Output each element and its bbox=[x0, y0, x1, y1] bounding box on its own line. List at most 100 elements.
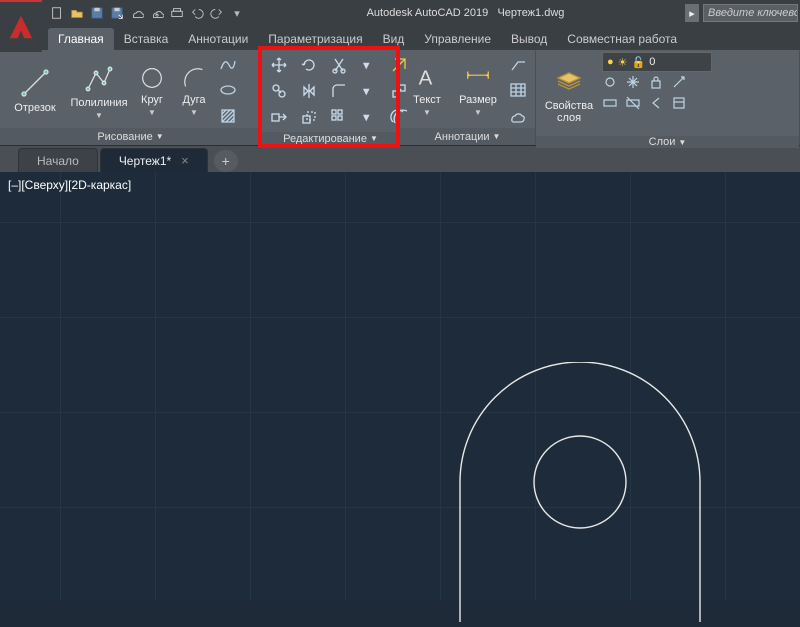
undo-icon[interactable] bbox=[188, 4, 206, 22]
layer-lock-icon[interactable] bbox=[648, 74, 670, 94]
new-icon[interactable] bbox=[48, 4, 66, 22]
layer-uniso-icon[interactable] bbox=[625, 95, 647, 115]
cloud-save-icon[interactable] bbox=[148, 4, 166, 22]
tool-ellipse[interactable] bbox=[216, 78, 240, 102]
tab-annotate[interactable]: Аннотации bbox=[178, 28, 258, 50]
tool-fillet[interactable] bbox=[328, 80, 350, 102]
chevron-down-icon: ▼ bbox=[190, 108, 198, 117]
chevron-down-icon: ▼ bbox=[423, 108, 431, 117]
ribbon: Отрезок Полилиния ▼ Круг ▼ Дуга ▼ bbox=[0, 50, 800, 146]
layer-iso-icon[interactable] bbox=[602, 95, 624, 115]
line-icon bbox=[18, 66, 52, 100]
lock-icon: 🔓 bbox=[632, 56, 646, 69]
tool-copy[interactable] bbox=[268, 80, 290, 102]
saveas-icon[interactable] bbox=[108, 4, 126, 22]
tool-cloud[interactable] bbox=[506, 104, 530, 128]
tool-stretch[interactable] bbox=[268, 106, 290, 128]
tab-manage[interactable]: Управление bbox=[414, 28, 501, 50]
keyword-search-input[interactable]: Введите ключевое сло bbox=[703, 4, 798, 22]
chevron-down-icon: ▼ bbox=[678, 138, 686, 147]
tool-dimension[interactable]: Размер ▼ bbox=[452, 64, 504, 117]
layer-prev-icon[interactable] bbox=[648, 95, 670, 115]
tab-insert[interactable]: Вставка bbox=[114, 28, 179, 50]
tool-arc-label: Дуга bbox=[182, 94, 205, 106]
redo-icon[interactable] bbox=[208, 4, 226, 22]
title-bar: ▾ Autodesk AutoCAD 2019 Чертеж1.dwg ▸ Вв… bbox=[0, 0, 800, 26]
app-menu-button[interactable] bbox=[0, 0, 42, 52]
layer-small-tools bbox=[602, 74, 712, 136]
tool-rotate[interactable] bbox=[298, 54, 320, 76]
panel-annot-title[interactable]: Аннотации▼ bbox=[400, 128, 535, 145]
tool-circle-label: Круг bbox=[141, 94, 163, 106]
tab-output[interactable]: Вывод bbox=[501, 28, 557, 50]
chevron-down-icon: ▼ bbox=[148, 108, 156, 117]
arc-icon bbox=[180, 64, 208, 92]
qat-dropdown-icon[interactable]: ▾ bbox=[228, 4, 246, 22]
tab-view[interactable]: Вид bbox=[373, 28, 415, 50]
chevron-down-icon: ▼ bbox=[474, 108, 482, 117]
drawing-canvas[interactable]: [–][Сверху][2D-каркас] bbox=[0, 172, 800, 600]
draw-small-tools bbox=[216, 52, 240, 128]
tool-text[interactable]: A Текст ▼ bbox=[404, 64, 450, 117]
panel-annotation: A Текст ▼ Размер ▼ Аннотации▼ bbox=[400, 50, 536, 145]
layer-current-dropdown[interactable]: ● ☀ 🔓 0 bbox=[602, 52, 712, 72]
tool-spline[interactable] bbox=[216, 52, 240, 76]
tool-polyline[interactable]: Полилиния ▼ bbox=[68, 61, 130, 120]
panel-modify: ▾ ▾ ▾ Редактирование▼ bbox=[262, 50, 400, 145]
tab-home[interactable]: Главная bbox=[48, 28, 114, 50]
tool-line-label: Отрезок bbox=[14, 102, 55, 114]
text-icon: A bbox=[413, 64, 441, 92]
svg-text:A: A bbox=[419, 66, 433, 89]
tab-parametric[interactable]: Параметризация bbox=[258, 28, 372, 50]
plot-icon[interactable] bbox=[168, 4, 186, 22]
tool-trim[interactable] bbox=[328, 54, 350, 76]
svg-text:▾: ▾ bbox=[364, 112, 369, 122]
tool-line[interactable]: Отрезок bbox=[4, 66, 66, 114]
doc-tab-drawing1[interactable]: Чертеж1*× bbox=[100, 148, 208, 172]
tool-leader[interactable] bbox=[506, 52, 530, 76]
tab-collaborate[interactable]: Совместная работа bbox=[557, 28, 687, 50]
tool-hatch[interactable] bbox=[216, 104, 240, 128]
modify-tool-grid: ▾ ▾ ▾ bbox=[266, 52, 414, 132]
tool-array[interactable] bbox=[328, 106, 350, 128]
sun-icon: ☀ bbox=[618, 56, 628, 69]
tool-polyline-label: Полилиния bbox=[70, 97, 127, 109]
new-tab-button[interactable]: + bbox=[214, 150, 238, 172]
layer-freeze-icon[interactable] bbox=[625, 74, 647, 94]
open-icon[interactable] bbox=[68, 4, 86, 22]
tool-arc[interactable]: Дуга ▼ bbox=[174, 64, 214, 117]
save-icon[interactable] bbox=[88, 4, 106, 22]
tool-mirror[interactable] bbox=[298, 80, 320, 102]
doc-tab-start[interactable]: Начало bbox=[18, 148, 98, 172]
tool-layer-props-label: Свойства слоя bbox=[545, 100, 593, 124]
tool-table[interactable] bbox=[506, 78, 530, 102]
tool-circle[interactable]: Круг ▼ bbox=[132, 64, 172, 117]
tool-layer-props[interactable]: Свойства слоя bbox=[540, 64, 598, 124]
tool-trim-dd[interactable]: ▾ bbox=[358, 54, 380, 76]
chevron-down-icon: ▼ bbox=[156, 132, 164, 141]
layer-name: 0 bbox=[649, 56, 655, 68]
doc-name: Чертеж1.dwg bbox=[497, 7, 564, 19]
viewport-label[interactable]: [–][Сверху][2D-каркас] bbox=[8, 178, 131, 192]
quick-access-toolbar: ▾ bbox=[48, 0, 246, 26]
chevron-down-icon: ▼ bbox=[493, 132, 501, 141]
tool-fillet-dd[interactable]: ▾ bbox=[358, 80, 380, 102]
tool-array-dd[interactable]: ▾ bbox=[358, 106, 380, 128]
svg-text:▾: ▾ bbox=[364, 60, 369, 70]
search-go-icon[interactable]: ▸ bbox=[685, 4, 699, 22]
app-name: Autodesk AutoCAD 2019 bbox=[367, 7, 489, 19]
panel-layers-title[interactable]: Слои▼ bbox=[536, 136, 799, 148]
chevron-down-icon: ▼ bbox=[95, 111, 103, 120]
tool-dim-label: Размер bbox=[459, 94, 497, 106]
close-icon[interactable]: × bbox=[181, 153, 189, 168]
layer-states-icon[interactable] bbox=[671, 95, 693, 115]
circle-icon bbox=[138, 64, 166, 92]
cloud-open-icon[interactable] bbox=[128, 4, 146, 22]
layer-match-icon[interactable] bbox=[671, 74, 693, 94]
tool-scale[interactable] bbox=[298, 106, 320, 128]
panel-draw-title[interactable]: Рисование▼ bbox=[0, 128, 261, 145]
layer-off-icon[interactable] bbox=[602, 74, 624, 94]
panel-modify-title[interactable]: Редактирование▼ bbox=[262, 132, 399, 145]
window-title: Autodesk AutoCAD 2019 Чертеж1.dwg bbox=[246, 7, 685, 19]
tool-move[interactable] bbox=[268, 54, 290, 76]
